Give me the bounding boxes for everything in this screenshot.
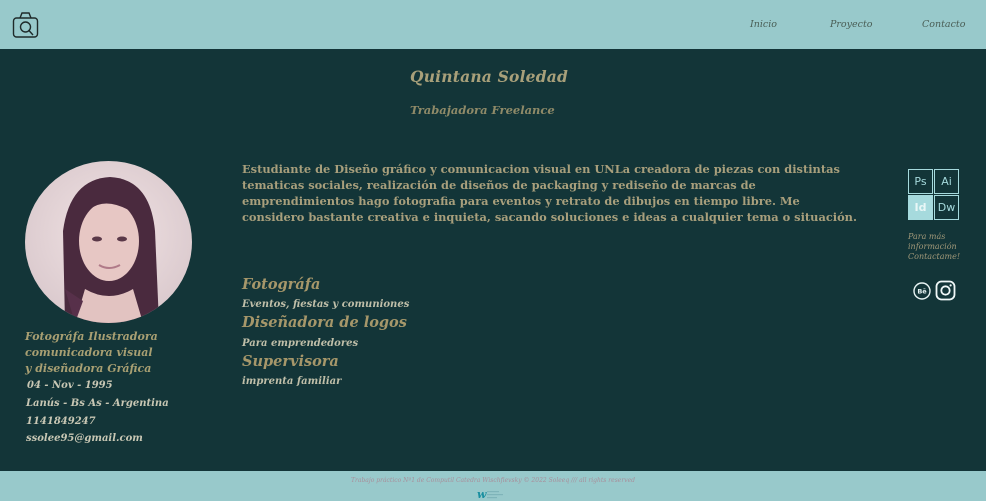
skills-grid: Ps Ai Id Dw bbox=[908, 169, 959, 220]
nav-link-home[interactable]: Inicio bbox=[750, 19, 777, 30]
top-navigation-bar: Inicio Proyecto Contacto bbox=[0, 0, 986, 49]
profile-role: Trabajadora Freelance bbox=[410, 103, 555, 117]
instagram-icon[interactable] bbox=[935, 280, 956, 301]
contact-prompt-line: Contactame! bbox=[908, 252, 961, 261]
dreamweaver-skill-icon: Dw bbox=[934, 195, 959, 220]
copyright-text: Trabajo práctico Nº1 de Computil Catedra… bbox=[351, 477, 635, 484]
profile-location: Lanús - Bs As - Argentina bbox=[26, 398, 169, 409]
profile-tagline: Fotográfa Ilustradora comunicadora visua… bbox=[25, 329, 225, 377]
profile-phone: 1141849247 bbox=[26, 416, 96, 427]
profile-photo-avatar bbox=[25, 161, 192, 323]
behance-icon[interactable]: Bē bbox=[913, 282, 931, 300]
profile-birthdate: 04 - Nov - 1995 bbox=[27, 380, 113, 391]
bio-paragraph: Estudiante de Diseño gráfico y comunicac… bbox=[242, 162, 857, 224]
footer-logo-letter: w bbox=[477, 488, 487, 500]
footer-bar: Trabajo práctico Nº1 de Computil Catedra… bbox=[0, 471, 986, 501]
job-subtitle: imprenta familiar bbox=[242, 376, 342, 387]
indesign-skill-icon: Id bbox=[908, 195, 933, 220]
photoshop-skill-icon: Ps bbox=[908, 169, 933, 194]
tagline-line: comunicadora visual bbox=[25, 346, 153, 359]
behance-label: Bē bbox=[917, 288, 927, 296]
contact-prompt-line: información bbox=[908, 242, 957, 251]
profile-name: Quintana Soledad bbox=[410, 67, 569, 86]
tagline-line: y diseñadora Gráfica bbox=[25, 362, 152, 375]
job-subtitle: Eventos, fiestas y comuniones bbox=[242, 299, 410, 310]
job-subtitle: Para emprendedores bbox=[242, 338, 359, 349]
contact-prompt-line: Para más bbox=[908, 232, 946, 241]
contact-prompt: Para más información Contactame! bbox=[908, 232, 978, 262]
profile-email[interactable]: ssolee95@gmail.com bbox=[26, 433, 143, 444]
job-title: Supervisora bbox=[242, 353, 339, 370]
nav-link-project[interactable]: Proyecto bbox=[830, 19, 873, 30]
job-title: Diseñadora de logos bbox=[242, 314, 407, 331]
tagline-line: Fotográfa Ilustradora bbox=[25, 330, 158, 343]
camera-logo-icon[interactable] bbox=[12, 11, 40, 39]
job-title: Fotográfa bbox=[242, 276, 321, 293]
nav-link-contact[interactable]: Contacto bbox=[922, 19, 965, 30]
illustrator-skill-icon: Ai bbox=[934, 169, 959, 194]
footer-brand-logo-icon: w bbox=[477, 488, 503, 500]
